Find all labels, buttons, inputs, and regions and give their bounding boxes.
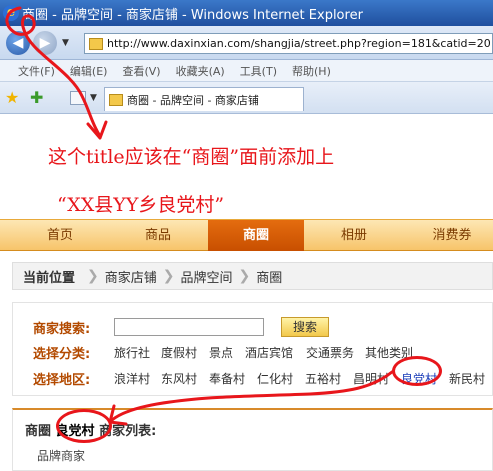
tab-bar: ★ ✚ ▼ 商圈 - 品牌空间 - 商家店铺 [0, 82, 493, 114]
url-text[interactable]: http://www.daxinxian.com/shangjia/street… [107, 37, 491, 50]
breadcrumb: 当前位置 ❯ 商家店铺 ❯ 品牌空间 ❯ 商圈 [12, 262, 493, 290]
annotation-circle-region [392, 356, 442, 386]
tab-page-icon [109, 93, 123, 106]
nav-coupons[interactable]: 消费券 [412, 220, 492, 251]
menu-bar: 文件(F) 编辑(E) 查看(V) 收藏夹(A) 工具(T) 帮助(H) [0, 60, 493, 82]
breadcrumb-label: 当前位置 [23, 270, 76, 286]
nav-shangquan[interactable]: 商圈 [208, 220, 304, 251]
category-option[interactable]: 酒店宾馆 [245, 344, 293, 361]
category-option[interactable]: 度假村 [161, 344, 197, 361]
menu-file[interactable]: 文件(F) [18, 63, 55, 79]
address-bar[interactable]: http://www.daxinxian.com/shangjia/street… [84, 33, 493, 54]
nav-products[interactable]: 商品 [120, 220, 196, 251]
favorites-star-icon[interactable]: ★ [5, 88, 19, 107]
annotation-circle-list [56, 409, 112, 443]
breadcrumb-separator-icon: ❯ [162, 268, 175, 284]
menu-tools[interactable]: 工具(T) [240, 63, 277, 79]
add-favorite-icon[interactable]: ✚ [30, 88, 43, 107]
region-option[interactable]: 浪洋村 [114, 370, 150, 387]
annotation-line-1: 这个title应该在“商圈”面前添加上 [48, 146, 335, 168]
region-option[interactable]: 仁化村 [257, 370, 293, 387]
search-label: 商家搜索: [33, 322, 91, 337]
page-icon [89, 37, 103, 50]
region-option[interactable]: 五裕村 [305, 370, 341, 387]
quick-tabs-icon[interactable] [70, 91, 86, 105]
region-option[interactable]: 东风村 [161, 370, 197, 387]
category-label: 选择分类: [33, 347, 91, 362]
list-subheading: 品牌商家 [37, 449, 86, 463]
tab-list-dropdown-icon[interactable]: ▼ [90, 93, 97, 103]
address-toolbar: ◀ ▶ ▼ http://www.daxinxian.com/shangjia/… [0, 26, 493, 60]
breadcrumb-item-shangquan: 商圈 [256, 270, 283, 286]
region-option[interactable]: 新民村 [449, 370, 485, 387]
menu-help[interactable]: 帮助(H) [292, 63, 331, 79]
region-option[interactable]: 奉备村 [209, 370, 245, 387]
category-option[interactable]: 景点 [209, 344, 233, 361]
nav-home[interactable]: 首页 [22, 220, 98, 251]
breadcrumb-item-shop[interactable]: 商家店铺 [105, 267, 157, 286]
annotation-line-2: “XX县YY乡良党村” [57, 194, 225, 216]
main-nav: 首页 商品 商圈 相册 消费券 [0, 219, 493, 251]
back-button[interactable]: ◀ [6, 31, 30, 55]
tab-current[interactable]: 商圈 - 品牌空间 - 商家店铺 [104, 87, 304, 111]
menu-favorites[interactable]: 收藏夹(A) [176, 63, 225, 79]
window-title: 商圈 - 品牌空间 - 商家店铺 - Windows Internet Expl… [22, 7, 363, 23]
menu-edit[interactable]: 编辑(E) [70, 63, 108, 79]
search-input[interactable] [114, 318, 264, 336]
window-title-bar: e 商圈 - 品牌空间 - 商家店铺 - Windows Internet Ex… [0, 0, 493, 26]
menu-view[interactable]: 查看(V) [122, 63, 160, 79]
category-option[interactable]: 交通票务 [306, 344, 354, 361]
region-option[interactable]: 昌明村 [353, 370, 389, 387]
list-title-prefix: 商圈 [25, 424, 52, 439]
category-option[interactable]: 旅行社 [114, 344, 150, 361]
breadcrumb-separator-icon: ❯ [238, 268, 251, 284]
region-label: 选择地区: [33, 373, 91, 388]
ie-logo-icon: e [3, 5, 19, 21]
history-dropdown-icon[interactable]: ▼ [62, 38, 69, 48]
nav-album[interactable]: 相册 [316, 220, 392, 251]
search-button[interactable]: 搜索 [281, 317, 329, 337]
forward-button[interactable]: ▶ [33, 31, 57, 55]
tab-label: 商圈 - 品牌空间 - 商家店铺 [127, 93, 259, 107]
breadcrumb-item-brand[interactable]: 品牌空间 [181, 267, 233, 286]
breadcrumb-separator-icon: ❯ [87, 268, 99, 284]
